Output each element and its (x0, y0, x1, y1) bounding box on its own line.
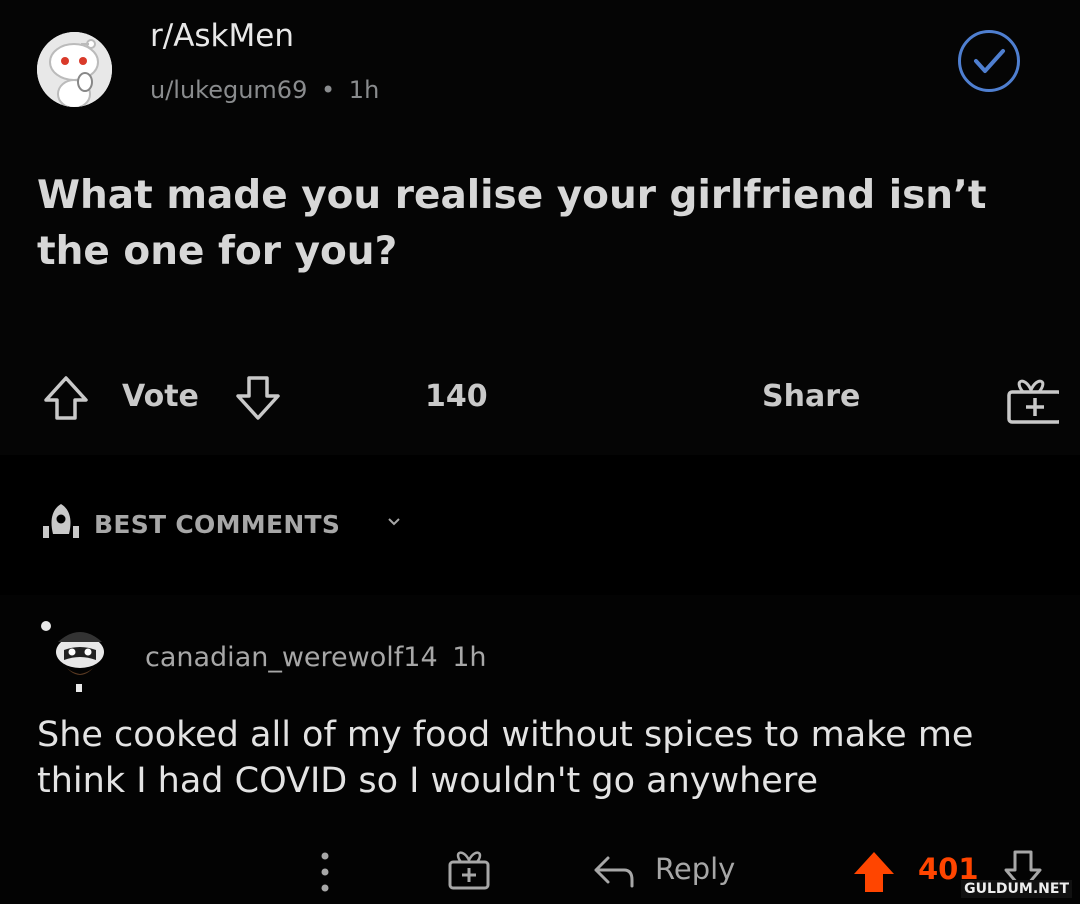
snoo-avatar-icon[interactable] (37, 32, 112, 107)
post-author[interactable]: u/lukegum69 (150, 76, 307, 104)
rocket-sort-icon[interactable] (38, 500, 84, 550)
comment-count[interactable]: 140 (425, 379, 488, 429)
award-gift-icon[interactable] (1003, 372, 1063, 432)
reply-button[interactable]: Reply (655, 852, 735, 902)
post-time: 1h (348, 76, 380, 104)
upvote-arrow-icon[interactable] (40, 372, 92, 428)
downvote-arrow-icon[interactable] (232, 372, 284, 428)
meta-separator: • (321, 76, 336, 104)
reply-arrow-icon[interactable] (592, 852, 636, 896)
post-card: r/AskMen u/lukegum69 • 1h What made you … (0, 0, 1080, 455)
share-button[interactable]: Share (762, 379, 860, 429)
comment-body: She cooked all of my food without spices… (37, 715, 974, 801)
sort-label[interactable]: BEST COMMENTS (94, 510, 340, 539)
comment-username[interactable]: canadian_werewolf14 (145, 642, 438, 673)
verified-check-icon[interactable] (958, 30, 1020, 92)
comment-time: 1h (452, 642, 487, 673)
post-title[interactable]: What made you realise your girlfriend is… (37, 168, 1037, 280)
vote-label: Vote (122, 379, 199, 414)
upvote-arrow-icon[interactable] (848, 848, 900, 900)
post-meta: u/lukegum69 • 1h (150, 76, 379, 104)
chevron-down-icon[interactable] (384, 512, 404, 536)
more-vertical-icon[interactable] (317, 848, 333, 900)
user-avatar-icon[interactable] (34, 616, 122, 706)
comment-author: canadian_werewolf14 1h (145, 642, 487, 673)
subreddit-name[interactable]: r/AskMen (150, 18, 294, 54)
award-gift-icon[interactable] (446, 846, 492, 896)
watermark: GULDUM.NET (961, 880, 1072, 898)
